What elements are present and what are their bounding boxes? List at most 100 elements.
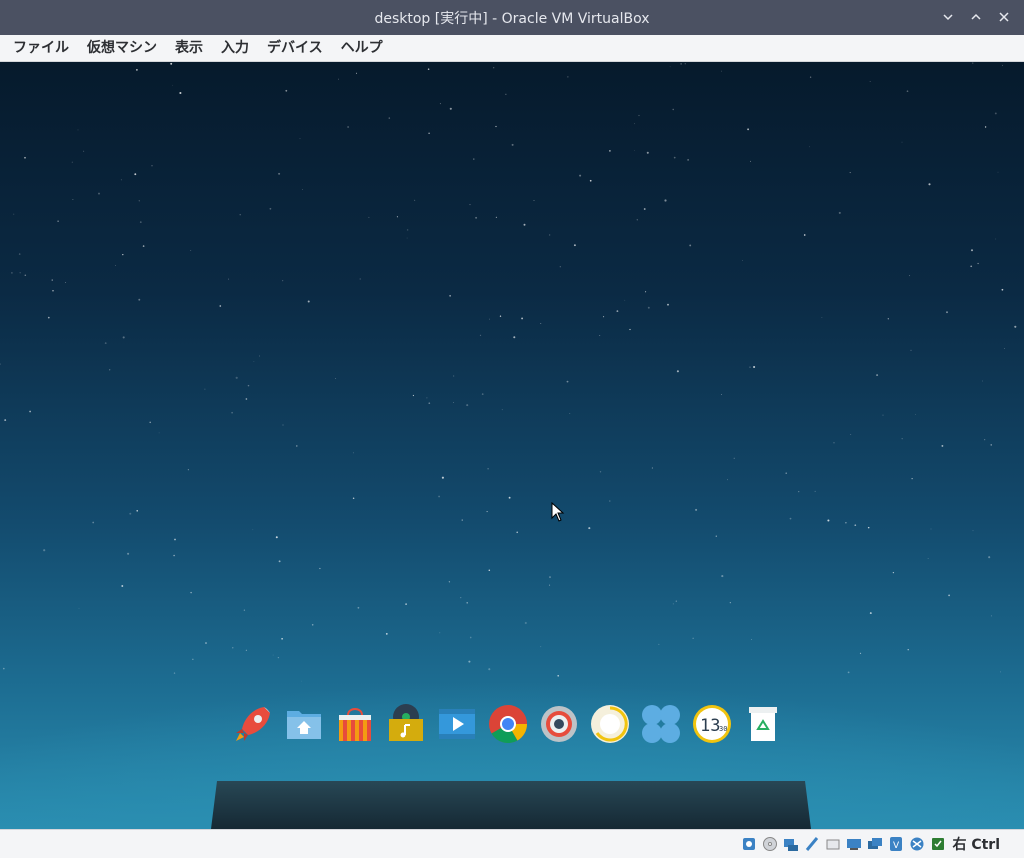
- menu-devices[interactable]: デバイス: [258, 35, 332, 62]
- star: [488, 668, 491, 671]
- star: [982, 380, 983, 382]
- launcher-rocket-icon: [236, 707, 270, 741]
- star: [0, 363, 1, 365]
- star: [667, 303, 669, 306]
- star: [1014, 325, 1017, 328]
- star: [721, 70, 722, 72]
- svg-text:V: V: [893, 841, 900, 851]
- star: [675, 600, 677, 602]
- mouse-cursor-icon: [551, 502, 565, 522]
- display-indicator[interactable]: [867, 836, 883, 852]
- audio-indicator[interactable]: [783, 836, 799, 852]
- star: [449, 107, 452, 110]
- star: [77, 129, 79, 131]
- maximize-button[interactable]: [964, 6, 988, 28]
- star: [809, 76, 812, 78]
- menu-file[interactable]: ファイル: [4, 35, 78, 62]
- app-store-button[interactable]: [334, 703, 376, 745]
- star: [928, 183, 931, 186]
- star: [901, 438, 903, 440]
- star: [469, 636, 472, 639]
- star: [438, 495, 441, 498]
- star: [272, 654, 274, 656]
- star: [559, 266, 561, 268]
- multitask-view-button[interactable]: [640, 703, 682, 745]
- star: [172, 84, 174, 86]
- clock-icon: 13 30: [693, 705, 731, 743]
- star: [347, 126, 349, 128]
- video-player-button[interactable]: [436, 703, 478, 745]
- star: [488, 569, 491, 572]
- star: [599, 335, 601, 336]
- system-monitor-button[interactable]: [589, 703, 631, 745]
- window-controls: [936, 6, 1016, 28]
- star: [579, 174, 582, 177]
- star: [749, 366, 751, 368]
- star: [448, 581, 451, 583]
- star: [882, 414, 884, 416]
- music-player-button[interactable]: [385, 703, 427, 745]
- host-key-label: 右 Ctrl: [952, 837, 1000, 853]
- star: [684, 63, 686, 65]
- star: [235, 376, 238, 379]
- launcher-button[interactable]: [232, 703, 274, 745]
- star: [122, 336, 125, 339]
- star: [616, 310, 619, 313]
- star: [190, 250, 192, 251]
- star: [676, 370, 679, 373]
- star: [405, 603, 407, 605]
- file-manager-button[interactable]: [283, 703, 325, 745]
- star: [994, 112, 997, 115]
- window-titlebar: desktop [実行中] - Oracle VM VirtualBox: [0, 0, 1024, 35]
- star: [121, 585, 124, 587]
- star: [573, 244, 576, 247]
- star: [52, 290, 54, 292]
- cpu-indicator[interactable]: [930, 836, 946, 852]
- star: [867, 526, 870, 529]
- star: [549, 576, 551, 579]
- star: [972, 530, 974, 532]
- star: [83, 150, 85, 152]
- menu-input[interactable]: 入力: [212, 35, 258, 62]
- star: [385, 633, 388, 635]
- star: [798, 491, 800, 493]
- close-button[interactable]: [992, 6, 1016, 28]
- usb-indicator[interactable]: [825, 836, 841, 852]
- star: [138, 200, 140, 202]
- star: [78, 607, 80, 609]
- hard-disk-icon: [743, 838, 756, 850]
- star: [282, 280, 284, 282]
- shared-folder-indicator[interactable]: [846, 836, 862, 852]
- star: [876, 374, 879, 377]
- video-capture-indicator[interactable]: V: [888, 836, 904, 852]
- network-indicator[interactable]: [804, 836, 820, 852]
- star: [814, 490, 816, 492]
- settings-button[interactable]: [538, 703, 580, 745]
- chrome-browser-button[interactable]: [487, 703, 529, 745]
- recording-indicator[interactable]: [909, 836, 925, 852]
- star: [245, 649, 247, 651]
- hard-disk-indicator[interactable]: [741, 836, 757, 852]
- star: [567, 76, 569, 78]
- menu-view[interactable]: 表示: [166, 35, 212, 62]
- chrome-browser-icon: [489, 705, 528, 744]
- menu-machine[interactable]: 仮想マシン: [78, 35, 166, 62]
- optical-drive-indicator[interactable]: [762, 836, 778, 852]
- star: [319, 567, 321, 570]
- star: [406, 229, 409, 231]
- star: [138, 298, 141, 301]
- star: [977, 262, 979, 265]
- star: [24, 274, 27, 277]
- star: [104, 342, 107, 345]
- star: [727, 479, 728, 481]
- star: [11, 272, 13, 274]
- clock-button[interactable]: 13 30: [691, 703, 733, 745]
- minimize-button[interactable]: [936, 6, 960, 28]
- star: [3, 667, 5, 670]
- trash-button[interactable]: [742, 703, 784, 745]
- star: [285, 89, 288, 92]
- star: [643, 208, 646, 210]
- menu-help[interactable]: ヘルプ: [332, 35, 392, 62]
- star: [970, 265, 973, 268]
- star: [281, 637, 283, 640]
